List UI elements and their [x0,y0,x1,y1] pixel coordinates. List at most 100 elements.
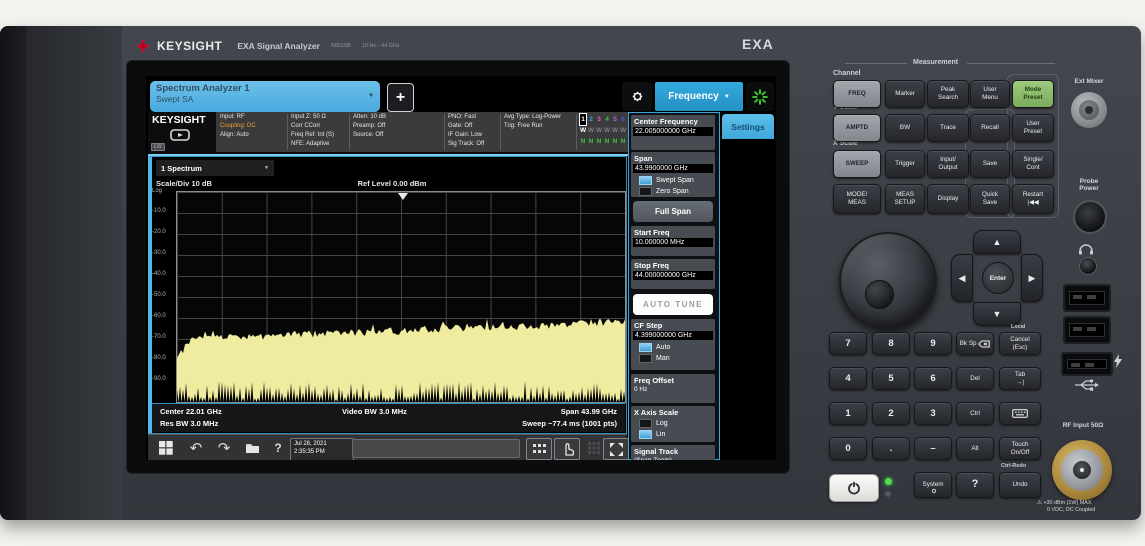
power-button[interactable] [829,474,879,502]
key-meas-setup[interactable]: MEAS SETUP [885,184,925,214]
key-single-cont[interactable]: Single/ Cont [1012,150,1054,178]
touch-mode-button[interactable] [554,438,580,460]
key-4[interactable]: 4 [829,367,867,390]
key-mode-meas[interactable]: MODE/ MEAS [833,184,881,214]
key-quick-save[interactable]: Quick Save [970,184,1010,214]
key-7[interactable]: 7 [829,332,867,355]
key-input-output[interactable]: Input/ Output [927,150,969,178]
menu-center-frequency[interactable]: Center Frequency 22.005000000 GHz [631,115,715,150]
option-auto[interactable]: Auto [631,342,715,353]
probe-power-jack[interactable] [1073,200,1107,234]
option-man[interactable]: Man [631,353,715,364]
spectrum-window[interactable]: 1 Spectrum ▼ Scale/Div 10 dB Ref Level 0… [148,156,627,434]
redo-button[interactable]: ↷ [212,438,236,458]
key-undo[interactable]: Undo [999,472,1041,498]
option-swept-span[interactable]: Swept Span [631,175,715,186]
key-freq[interactable]: FREQ [833,80,881,108]
enter-button[interactable]: Enter [982,262,1014,294]
spectrum-graticule[interactable] [176,191,626,403]
option-zero-span[interactable]: Zero Span [631,186,715,197]
key-user-preset[interactable]: User Preset [1012,114,1054,142]
key-onscreen-keyboard[interactable] [999,402,1041,425]
key-bw[interactable]: BW [885,114,925,142]
option-lin[interactable]: Lin [631,429,715,440]
measbar-col-corrections[interactable]: Input Z: 50 Ω Corr CCorr Freq Ref: Int (… [291,113,334,149]
full-span-button[interactable]: Full Span [633,201,713,222]
usb-port[interactable] [1063,316,1111,344]
menu-signal-track[interactable]: Signal Track (Span Zoom) [631,445,715,460]
datetime-display[interactable]: Jul 28, 2021 2:35:35 PM [290,438,354,460]
key-9[interactable]: 9 [914,332,952,355]
menu-stop-freq[interactable]: Stop Freq 44.000000000 GHz [631,259,715,289]
trace-table[interactable]: 123456WWWWWWNNNNNN [580,114,626,147]
key-1[interactable]: 1 [829,402,867,425]
trace-selector-dropdown[interactable]: 1 Spectrum ▼ [156,160,274,176]
key-0[interactable]: 0 [829,437,867,460]
key-alt[interactable]: Alt [956,437,994,460]
key-system[interactable]: System [914,472,952,498]
apps-grid-button[interactable] [526,438,552,460]
key-5[interactable]: 5 [872,367,910,390]
key-recall[interactable]: Recall [970,114,1010,142]
option-log[interactable]: Log [631,418,715,429]
nav-right-button[interactable]: ▶ [1021,254,1043,302]
usb-port[interactable] [1063,284,1111,312]
nav-down-button[interactable]: ▼ [973,302,1021,326]
key-cancel-esc[interactable]: Cancel (Esc) [999,332,1041,355]
key-8[interactable]: 8 [872,332,910,355]
undo-button[interactable]: ↶ [184,438,208,458]
key-trace[interactable]: Trace [927,114,969,142]
key-6[interactable]: 6 [914,367,952,390]
key-peak-search[interactable]: Peak Search [927,80,969,108]
key-3[interactable]: 3 [914,402,952,425]
key-ctrl[interactable]: Ctrl [956,402,994,425]
measbar-col-avg[interactable]: Avg Type: Log-Power Trig: Free Run [504,113,561,131]
key-help[interactable]: ? [956,472,994,498]
key-user-menu[interactable]: User Menu [970,80,1010,108]
key-backspace[interactable]: Bk Sp [956,332,994,355]
file-explorer-button[interactable] [240,438,264,458]
headphone-jack[interactable] [1079,257,1097,275]
auto-tune-button[interactable]: AUTO TUNE [633,294,713,315]
usb-port-fast[interactable] [1061,352,1113,376]
key-restart[interactable]: Restart |◀◀ [1012,184,1054,214]
tab-settings[interactable]: Settings [722,114,774,139]
system-settings-button[interactable] [622,82,652,111]
ext-mixer-connector[interactable] [1071,92,1107,128]
measurement-menu-dropdown[interactable]: Frequency ▼ [655,82,743,111]
menu-freq-offset[interactable]: Freq Offset 0 Hz [631,374,715,403]
key-del[interactable]: Del [956,367,994,390]
key-sweep[interactable]: SWEEP [833,150,881,178]
fullscreen-button[interactable] [603,438,629,460]
menu-cf-step[interactable]: CF Step 4.399000000 GHz Auto Man [631,319,715,370]
help-button[interactable]: ? [266,438,290,458]
key-save[interactable]: Save [970,150,1010,178]
nav-left-button[interactable]: ◀ [951,254,973,302]
key-decimal[interactable]: . [872,437,910,460]
key-tab[interactable]: Tab →| [999,367,1041,390]
key-trigger[interactable]: Trigger [885,150,925,178]
key-amptd[interactable]: AMPTD [833,114,881,142]
measbar-col-atten[interactable]: Atten: 10 dB Preamp: Off Source: Off [353,113,386,140]
rpg-knob[interactable] [839,232,937,330]
key-mode-preset[interactable]: Mode Preset [1012,80,1054,108]
menu-x-axis-scale[interactable]: X Axis Scale Log Lin [631,406,715,442]
rf-input-connector[interactable] [1052,440,1112,500]
tab-spectrum-analyzer[interactable]: Spectrum Analyzer 1 Swept SA ▼ [150,81,380,112]
key-touch-on-off[interactable]: Touch On/Off [999,437,1041,460]
measbar-col-input[interactable]: Input: RF Coupling: DC Align: Auto [220,113,256,140]
menu-span[interactable]: Span 43.9900000 GHz Swept Span Zero Span [631,152,715,197]
busy-indicator-button[interactable] [746,82,774,111]
add-tab-button[interactable]: + [387,83,414,112]
key-marker[interactable]: Marker [885,80,925,108]
nav-up-button[interactable]: ▲ [973,230,1021,254]
y-axis-label: -90.0 [152,376,174,382]
key-display[interactable]: Display [927,184,969,214]
key-minus[interactable]: – [914,437,952,460]
windows-start-button[interactable] [154,438,178,458]
folder-icon [245,442,260,454]
key-2[interactable]: 2 [872,402,910,425]
status-message-field[interactable] [352,439,520,458]
menu-start-freq[interactable]: Start Freq 10.000000 MHz [631,226,715,256]
measbar-col-pno[interactable]: PNO: Fast Gate: Off IF Gain: Low Sig Tra… [448,113,484,149]
